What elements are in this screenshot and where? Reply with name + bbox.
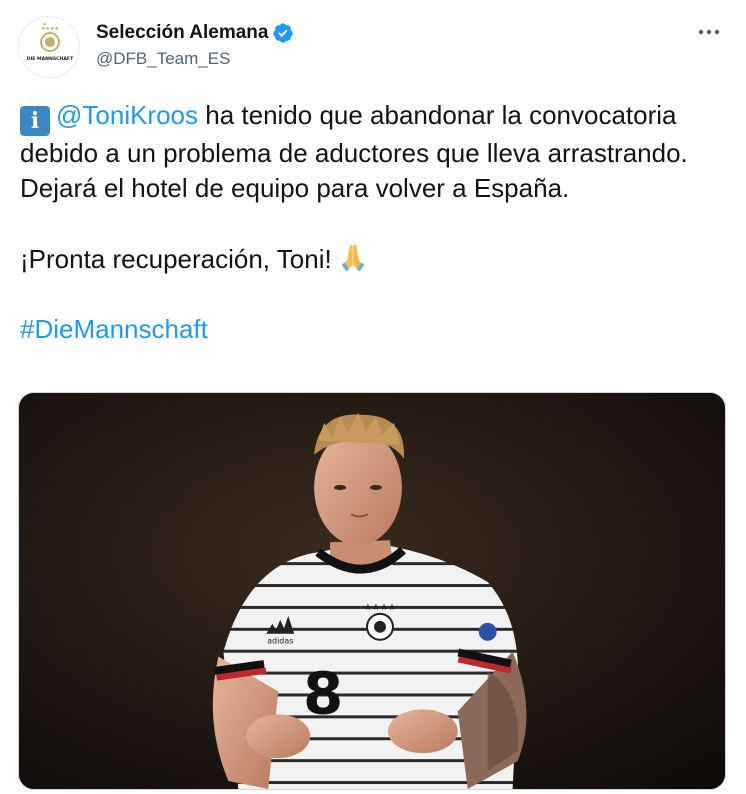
- tweet-line-2: ¡Pronta recuperación, Toni!: [20, 244, 332, 274]
- dfb-logo-icon: ★★★★ DIE MANNSCHAFT: [19, 17, 79, 77]
- tweet-paragraph-2: ¡Pronta recuperación, Toni!: [20, 241, 730, 277]
- author-avatar[interactable]: ★★★★ DIE MANNSCHAFT: [18, 16, 80, 78]
- author-name-row[interactable]: Selección Alemana: [96, 22, 294, 44]
- mention-link[interactable]: @ToniKroos: [56, 100, 198, 130]
- tweet-media-photo[interactable]: ★★★★ adidas 8: [18, 392, 726, 790]
- tweet-paragraph-1: i @ToniKroos ha tenido que abandonar la c…: [20, 98, 730, 206]
- author-handle[interactable]: @DFB_Team_ES: [96, 49, 230, 69]
- avatar-caption: DIE MANNSCHAFT: [27, 56, 74, 62]
- svg-text:★★★★: ★★★★: [364, 603, 396, 613]
- hashtag-link[interactable]: #DieMannschaft: [20, 312, 730, 347]
- info-icon: i: [20, 106, 50, 136]
- player-photo: ★★★★ adidas 8: [19, 393, 725, 789]
- tweet-text: i @ToniKroos ha tenido que abandonar la c…: [20, 98, 730, 347]
- verified-badge-icon: [273, 23, 294, 43]
- folded-hands-icon: [341, 244, 365, 272]
- author-display-name[interactable]: Selección Alemana: [96, 22, 268, 44]
- jersey-number: 8: [303, 659, 343, 727]
- more-horizontal-icon[interactable]: [694, 20, 724, 44]
- svg-text:adidas: adidas: [267, 637, 293, 646]
- svg-text:★★★★: ★★★★: [41, 26, 59, 32]
- tweet-card: ★★★★ DIE MANNSCHAFT Selección Alemana @D…: [0, 0, 746, 794]
